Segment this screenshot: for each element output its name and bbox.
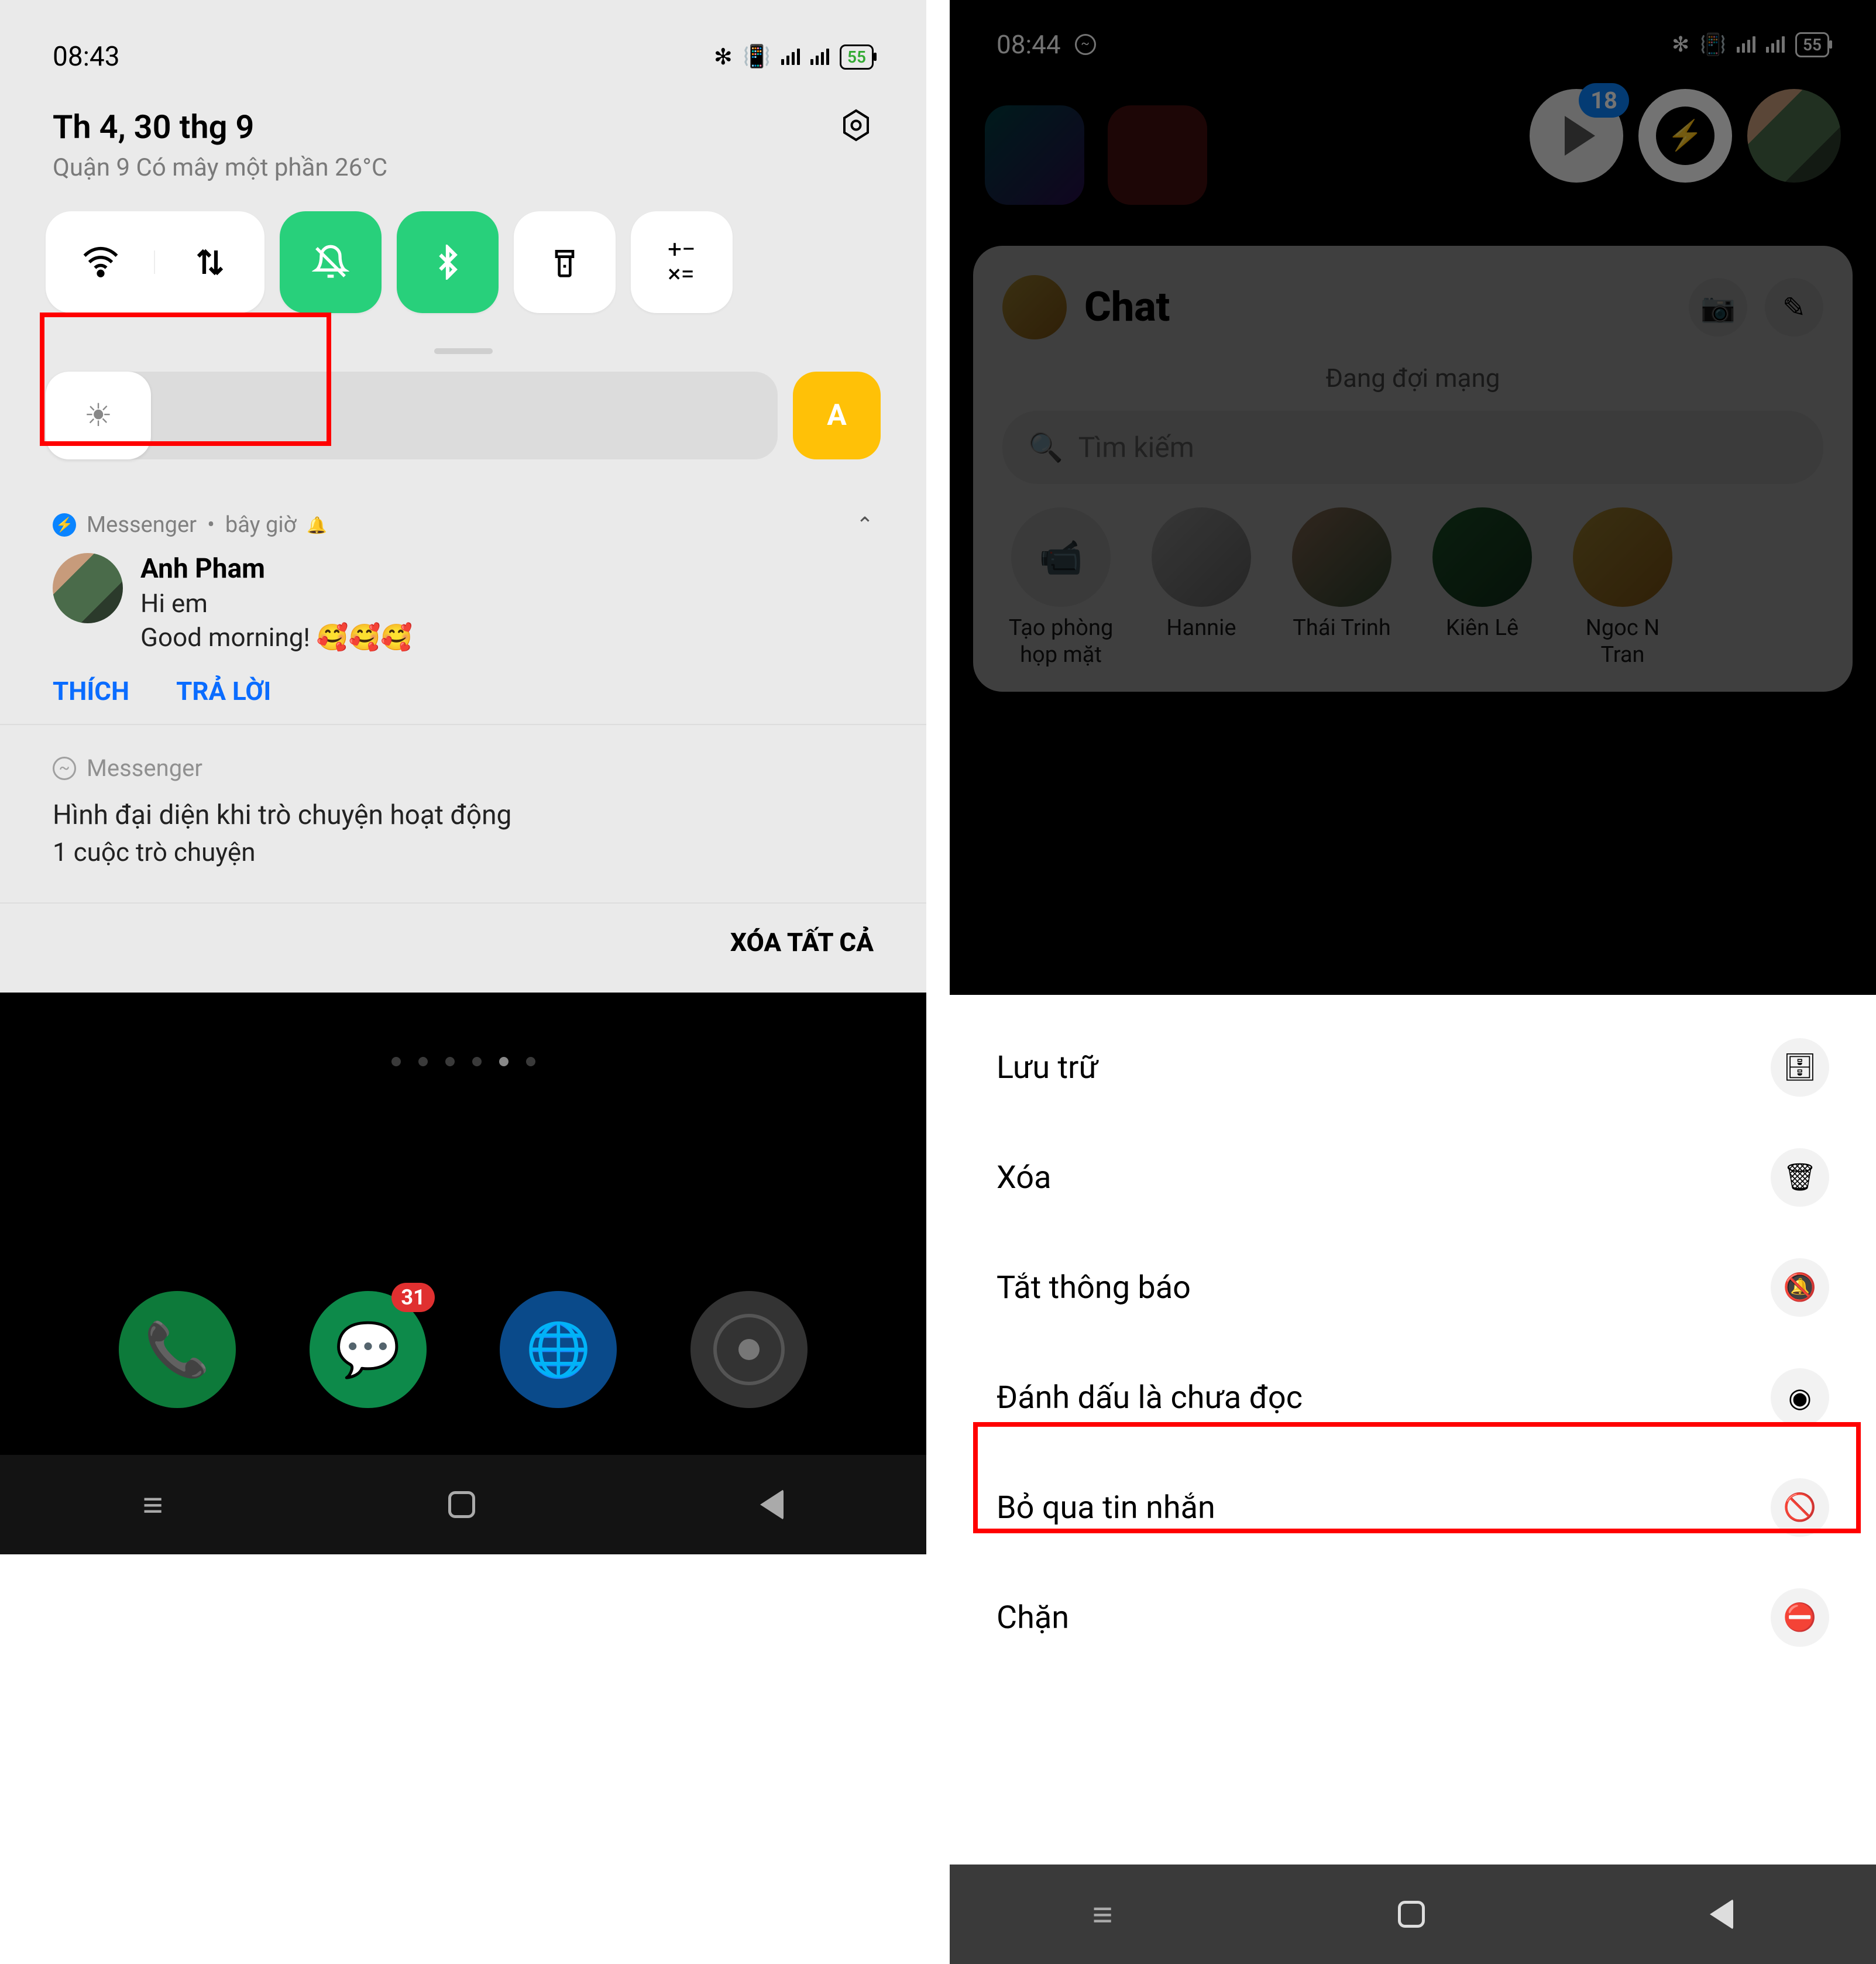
left-phone: 08:43 ✻ 📳 55 Th 4, 30 thg 9 Quận 9 Có mâ… — [0, 0, 926, 1964]
dock: 📞 💬31 🌐 — [0, 1291, 926, 1408]
right-phone: 08:44 ✻ 📳 55 18 Chat — [950, 0, 1876, 1964]
action-sheet: Lưu trữ 🗄 Xóa 🗑 Tắt thông báo 🔕 Đánh dấu… — [950, 995, 1876, 1865]
ignore-item[interactable]: Bỏ qua tin nhắn 🚫 — [950, 1453, 1876, 1563]
notif-app-name: Messenger — [87, 512, 197, 538]
auto-brightness-button[interactable]: A — [793, 372, 881, 459]
battery-icon: 55 — [840, 44, 874, 70]
home-button[interactable] — [448, 1491, 475, 1518]
clock: 08:43 — [53, 41, 120, 73]
bell-icon: 🔔 — [307, 516, 327, 535]
signal-icon-2 — [810, 49, 829, 65]
bluetooth-tile[interactable] — [397, 211, 499, 313]
messenger-icon — [53, 513, 76, 537]
bluetooth-icon: ✻ — [714, 44, 733, 70]
notif2-app: Messenger — [87, 754, 202, 782]
chat-slash-icon: 🚫 — [1771, 1478, 1829, 1537]
browser-app-icon[interactable]: 🌐 — [500, 1291, 617, 1408]
back-button[interactable] — [760, 1489, 784, 1520]
notif-time: bây giờ — [225, 512, 296, 538]
delete-item[interactable]: Xóa 🗑 — [950, 1122, 1876, 1232]
chevron-up-icon[interactable]: ⌃ — [856, 513, 874, 537]
notif-line2: Good morning! 🥰🥰🥰 — [140, 622, 413, 653]
reply-button[interactable]: TRẢ LỜI — [176, 676, 271, 706]
archive-item[interactable]: Lưu trữ 🗄 — [950, 1012, 1876, 1122]
minus-circle-icon: ⛔ — [1771, 1588, 1829, 1647]
date-main: Th 4, 30 thg 9 — [53, 108, 387, 146]
nav-bar: ≡ — [0, 1455, 926, 1554]
brightness-thumb[interactable]: ☀ — [46, 372, 151, 459]
bell-slash-icon: 🔕 — [1771, 1258, 1829, 1317]
phone-app-icon[interactable]: 📞 — [119, 1291, 236, 1408]
page-dots — [391, 1057, 535, 1066]
mute-item[interactable]: Tắt thông báo 🔕 — [950, 1232, 1876, 1342]
notification-messenger-msg[interactable]: Messenger • bây giờ 🔔 ⌃ Anh Pham Hi em G… — [0, 495, 926, 725]
brightness-slider[interactable]: ☀ — [46, 372, 778, 459]
like-button[interactable]: THÍCH — [53, 676, 129, 706]
messenger-outline-icon — [53, 757, 76, 780]
unread-dot-icon: ◉ — [1771, 1368, 1829, 1427]
notif-line1: Hi em — [140, 588, 413, 619]
trash-icon: 🗑 — [1771, 1148, 1829, 1207]
dnd-tile[interactable] — [280, 211, 382, 313]
home-screen: 📞 💬31 🌐 ≡ — [0, 993, 926, 1554]
notif-sender: Anh Pham — [140, 553, 413, 585]
status-icons: ✻ 📳 55 — [714, 44, 874, 70]
nav-bar: ≡ — [950, 1865, 1876, 1964]
home-button[interactable] — [1398, 1901, 1425, 1928]
status-bar: 08:43 ✻ 📳 55 — [0, 0, 926, 96]
clear-all-button[interactable]: XÓA TẤT CẢ — [730, 927, 874, 957]
vibrate-icon: 📳 — [743, 44, 771, 70]
block-item[interactable]: Chặn ⛔ — [950, 1563, 1876, 1673]
recents-button[interactable]: ≡ — [143, 1484, 163, 1526]
flashlight-tile[interactable] — [514, 211, 616, 313]
brightness-row: ☀ A — [0, 372, 926, 495]
calculator-tile[interactable]: +−×= — [631, 211, 733, 313]
messages-badge: 31 — [391, 1283, 434, 1312]
notification-shade: 08:43 ✻ 📳 55 Th 4, 30 thg 9 Quận 9 Có mâ… — [0, 0, 926, 993]
weather-text: Quận 9 Có mây một phần 26°C — [53, 153, 387, 182]
avatar — [53, 553, 123, 623]
clear-all-row: XÓA TẤT CẢ — [0, 904, 926, 993]
camera-app-icon[interactable] — [690, 1291, 808, 1408]
shade-handle[interactable] — [434, 348, 493, 354]
dim-overlay — [950, 0, 1876, 995]
date-row: Th 4, 30 thg 9 Quận 9 Có mây một phần 26… — [0, 96, 926, 188]
back-button[interactable] — [1710, 1899, 1733, 1929]
notif2-sub: 1 cuộc trò chuyện — [53, 837, 874, 867]
mark-unread-item[interactable]: Đánh dấu là chưa đọc ◉ — [950, 1342, 1876, 1453]
notification-messenger-chathead[interactable]: Messenger Hình đại diện khi trò chuyện h… — [0, 725, 926, 904]
wifi-icon[interactable] — [46, 243, 155, 281]
right-top-area: 08:44 ✻ 📳 55 18 Chat — [950, 0, 1876, 995]
quick-settings: +−×= — [0, 188, 926, 325]
recents-button[interactable]: ≡ — [1092, 1894, 1113, 1935]
signal-icon — [781, 49, 800, 65]
archive-icon: 🗄 — [1771, 1038, 1829, 1097]
wifi-data-tile[interactable] — [46, 211, 264, 313]
messages-app-icon[interactable]: 💬31 — [310, 1291, 427, 1408]
mobile-data-icon[interactable] — [155, 245, 264, 280]
settings-icon[interactable] — [839, 108, 874, 143]
notif2-title: Hình đại diện khi trò chuyện hoạt động — [53, 799, 874, 831]
